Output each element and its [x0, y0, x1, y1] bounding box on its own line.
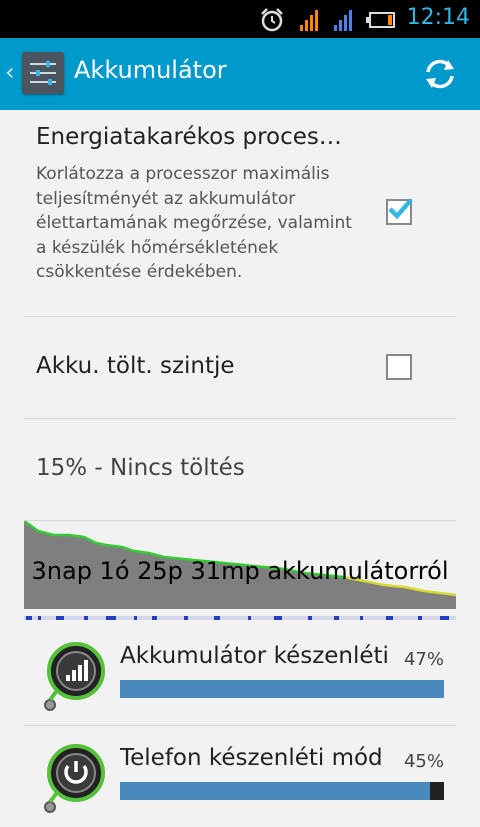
signal-icon-2 [334, 10, 352, 31]
power-icon [44, 743, 106, 815]
power-saving-checkbox[interactable] [386, 198, 413, 225]
battery-history-graph[interactable]: 3nap 1ó 25p 31mp akkumulátorról [23, 519, 457, 621]
status-time: 12:14 [406, 5, 470, 30]
battery-status-row: 15% - Nincs töltés [24, 419, 456, 521]
chevron-left-icon[interactable]: ‹ [5, 58, 15, 86]
usage-item-name: Akkumulátor készenléti [120, 643, 389, 669]
alarm-icon [261, 8, 283, 32]
setting-label: Akku. tölt. szintje [36, 353, 235, 379]
status-bar: 12:14 [0, 0, 480, 38]
usage-item-phone-standby[interactable]: Telefon készenléti mód 45% [24, 727, 456, 827]
charge-level-checkbox[interactable] [386, 354, 412, 380]
battery-low-icon [366, 12, 395, 28]
checkmark-icon [388, 198, 413, 220]
page-title: Akkumulátor [74, 56, 227, 84]
usage-bar [120, 782, 444, 800]
signal-bars-icon [44, 641, 106, 713]
graph-duration-label: 3nap 1ó 25p 31mp akkumulátorról [31, 557, 449, 585]
usage-bar [120, 680, 444, 698]
refresh-icon[interactable] [418, 52, 462, 96]
power-saving-setting[interactable]: Energiatakarékos proces… Korlátozza a pr… [24, 110, 456, 317]
signal-icon-1 [300, 10, 318, 31]
usage-bar-end [430, 782, 444, 800]
graph-activity-strip [24, 616, 456, 620]
setting-summary: Korlátozza a processzor maximális teljes… [36, 164, 352, 282]
setting-title: Energiatakarékos proces… [36, 124, 342, 150]
charge-level-setting[interactable]: Akku. tölt. szintje [24, 317, 456, 419]
usage-item-percent: 45% [403, 751, 444, 772]
action-bar: ‹ Akkumulátor [0, 38, 480, 110]
usage-item-percent: 47% [403, 649, 444, 670]
battery-status-text: 15% - Nincs töltés [36, 455, 245, 481]
usage-item-battery-standby[interactable]: Akkumulátor készenléti 47% [24, 625, 456, 726]
usage-item-name: Telefon készenléti mód [120, 745, 383, 771]
sliders-icon[interactable] [22, 52, 64, 94]
